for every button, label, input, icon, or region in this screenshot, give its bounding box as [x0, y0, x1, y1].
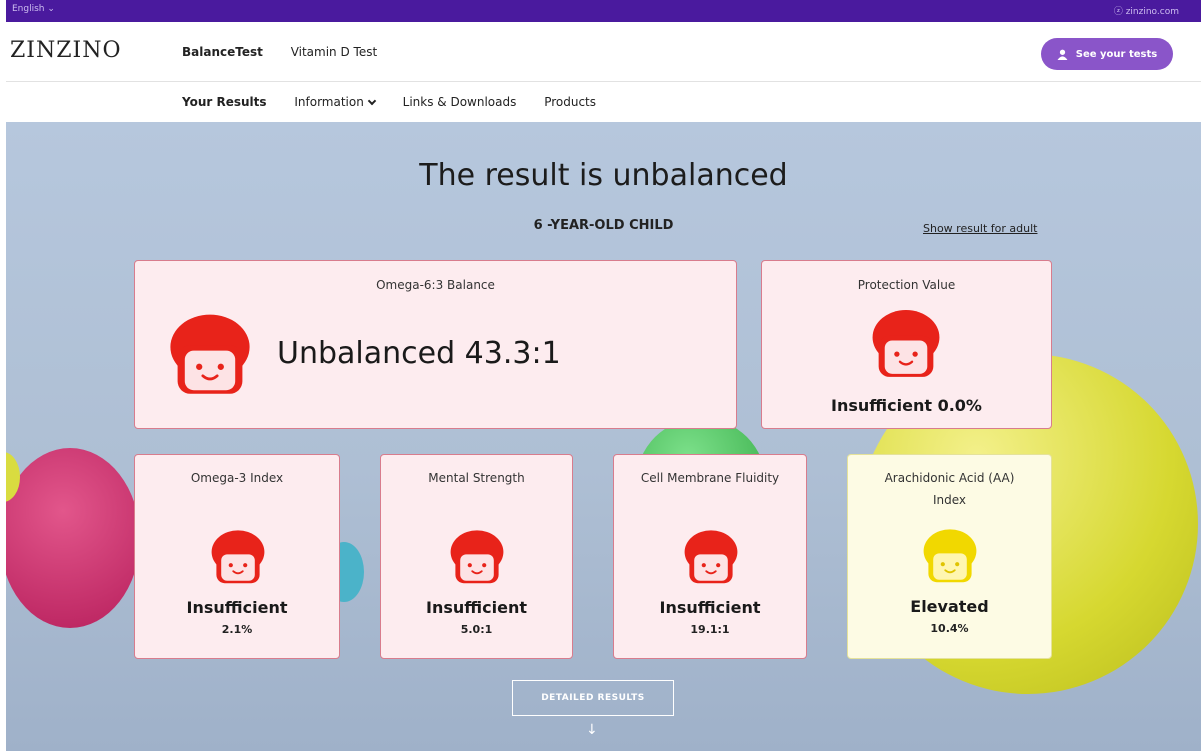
nav-balancetest[interactable]: BalanceTest — [182, 45, 263, 59]
site-link[interactable]: ⓩ zinzino.com — [1114, 4, 1179, 17]
logo[interactable]: ZINZINO — [10, 38, 122, 63]
cta-label: See your tests — [1075, 48, 1158, 60]
card-value: 2.1% — [221, 623, 253, 636]
card-label: Mental Strength — [428, 471, 525, 485]
user-icon — [1057, 49, 1068, 60]
protection-value-card[interactable]: Protection Value Insufficient 0.0% — [761, 260, 1052, 429]
card-status: Insufficient — [426, 598, 527, 617]
face-icon — [170, 314, 250, 394]
see-your-tests-button[interactable]: See your tests — [1041, 38, 1173, 70]
header: ZINZINO BalanceTest Vitamin D Test See y… — [6, 22, 1201, 82]
subnav-links-downloads[interactable]: Links & Downloads — [403, 95, 517, 109]
nav-vitamin-d-test[interactable]: Vitamin D Test — [291, 45, 377, 59]
decorative-ball-pink — [6, 448, 140, 628]
subnav-information[interactable]: Information — [294, 95, 377, 109]
show-adult-result-link[interactable]: Show result for adult — [923, 222, 1037, 235]
results-hero: The result is unbalanced 6 -YEAR-OLD CHI… — [6, 122, 1201, 751]
subnav-products[interactable]: Products — [544, 95, 596, 109]
subnav-your-results[interactable]: Your Results — [182, 95, 267, 109]
card-label-line1: Arachidonic Acid (AA) — [884, 471, 1015, 485]
cell-membrane-fluidity-card[interactable]: Cell Membrane Fluidity Insufficient 19.1… — [613, 454, 807, 659]
card-label: Omega-6:3 Balance — [376, 278, 495, 292]
card-label-line2: Index — [932, 493, 967, 507]
card-label: Omega-3 Index — [190, 471, 284, 485]
card-value: 5.0:1 — [460, 623, 493, 636]
mental-strength-card[interactable]: Mental Strength Insufficient 5.0:1 — [380, 454, 573, 659]
card-label: Protection Value — [857, 278, 956, 292]
main-nav: BalanceTest Vitamin D Test — [182, 45, 401, 59]
card-value: 19.1:1 — [690, 623, 730, 636]
face-icon — [872, 310, 940, 377]
face-icon — [211, 530, 265, 584]
card-status: Unbalanced 43.3:1 — [277, 336, 561, 371]
subnav-information-label: Information — [294, 95, 364, 109]
chevron-down-icon — [367, 96, 377, 106]
top-bar: English ⌄ ⓩ zinzino.com — [6, 0, 1201, 22]
face-icon — [684, 530, 738, 584]
omega-balance-card[interactable]: Omega-6:3 Balance Unbalanced 43.3:1 — [134, 260, 737, 429]
card-status: Insufficient 0.0% — [831, 396, 982, 415]
face-icon — [450, 530, 504, 584]
sub-nav: Your Results Information Links & Downloa… — [6, 82, 1201, 122]
card-value: 10.4% — [930, 622, 969, 635]
language-selector[interactable]: English ⌄ — [12, 4, 55, 14]
arachidonic-acid-index-card[interactable]: Arachidonic Acid (AA) Index Elevated 10.… — [847, 454, 1052, 659]
arrow-down-icon[interactable]: ↓ — [586, 722, 598, 738]
card-label: Cell Membrane Fluidity — [640, 471, 780, 485]
face-icon — [923, 529, 977, 583]
card-status: Insufficient — [659, 598, 761, 617]
detailed-results-button[interactable]: DETAILED RESULTS — [512, 680, 674, 716]
page-title: The result is unbalanced — [419, 158, 788, 193]
card-status: Insufficient — [186, 598, 288, 617]
card-status: Elevated — [910, 597, 989, 616]
omega-3-index-card[interactable]: Omega-3 Index Insufficient 2.1% — [134, 454, 340, 659]
